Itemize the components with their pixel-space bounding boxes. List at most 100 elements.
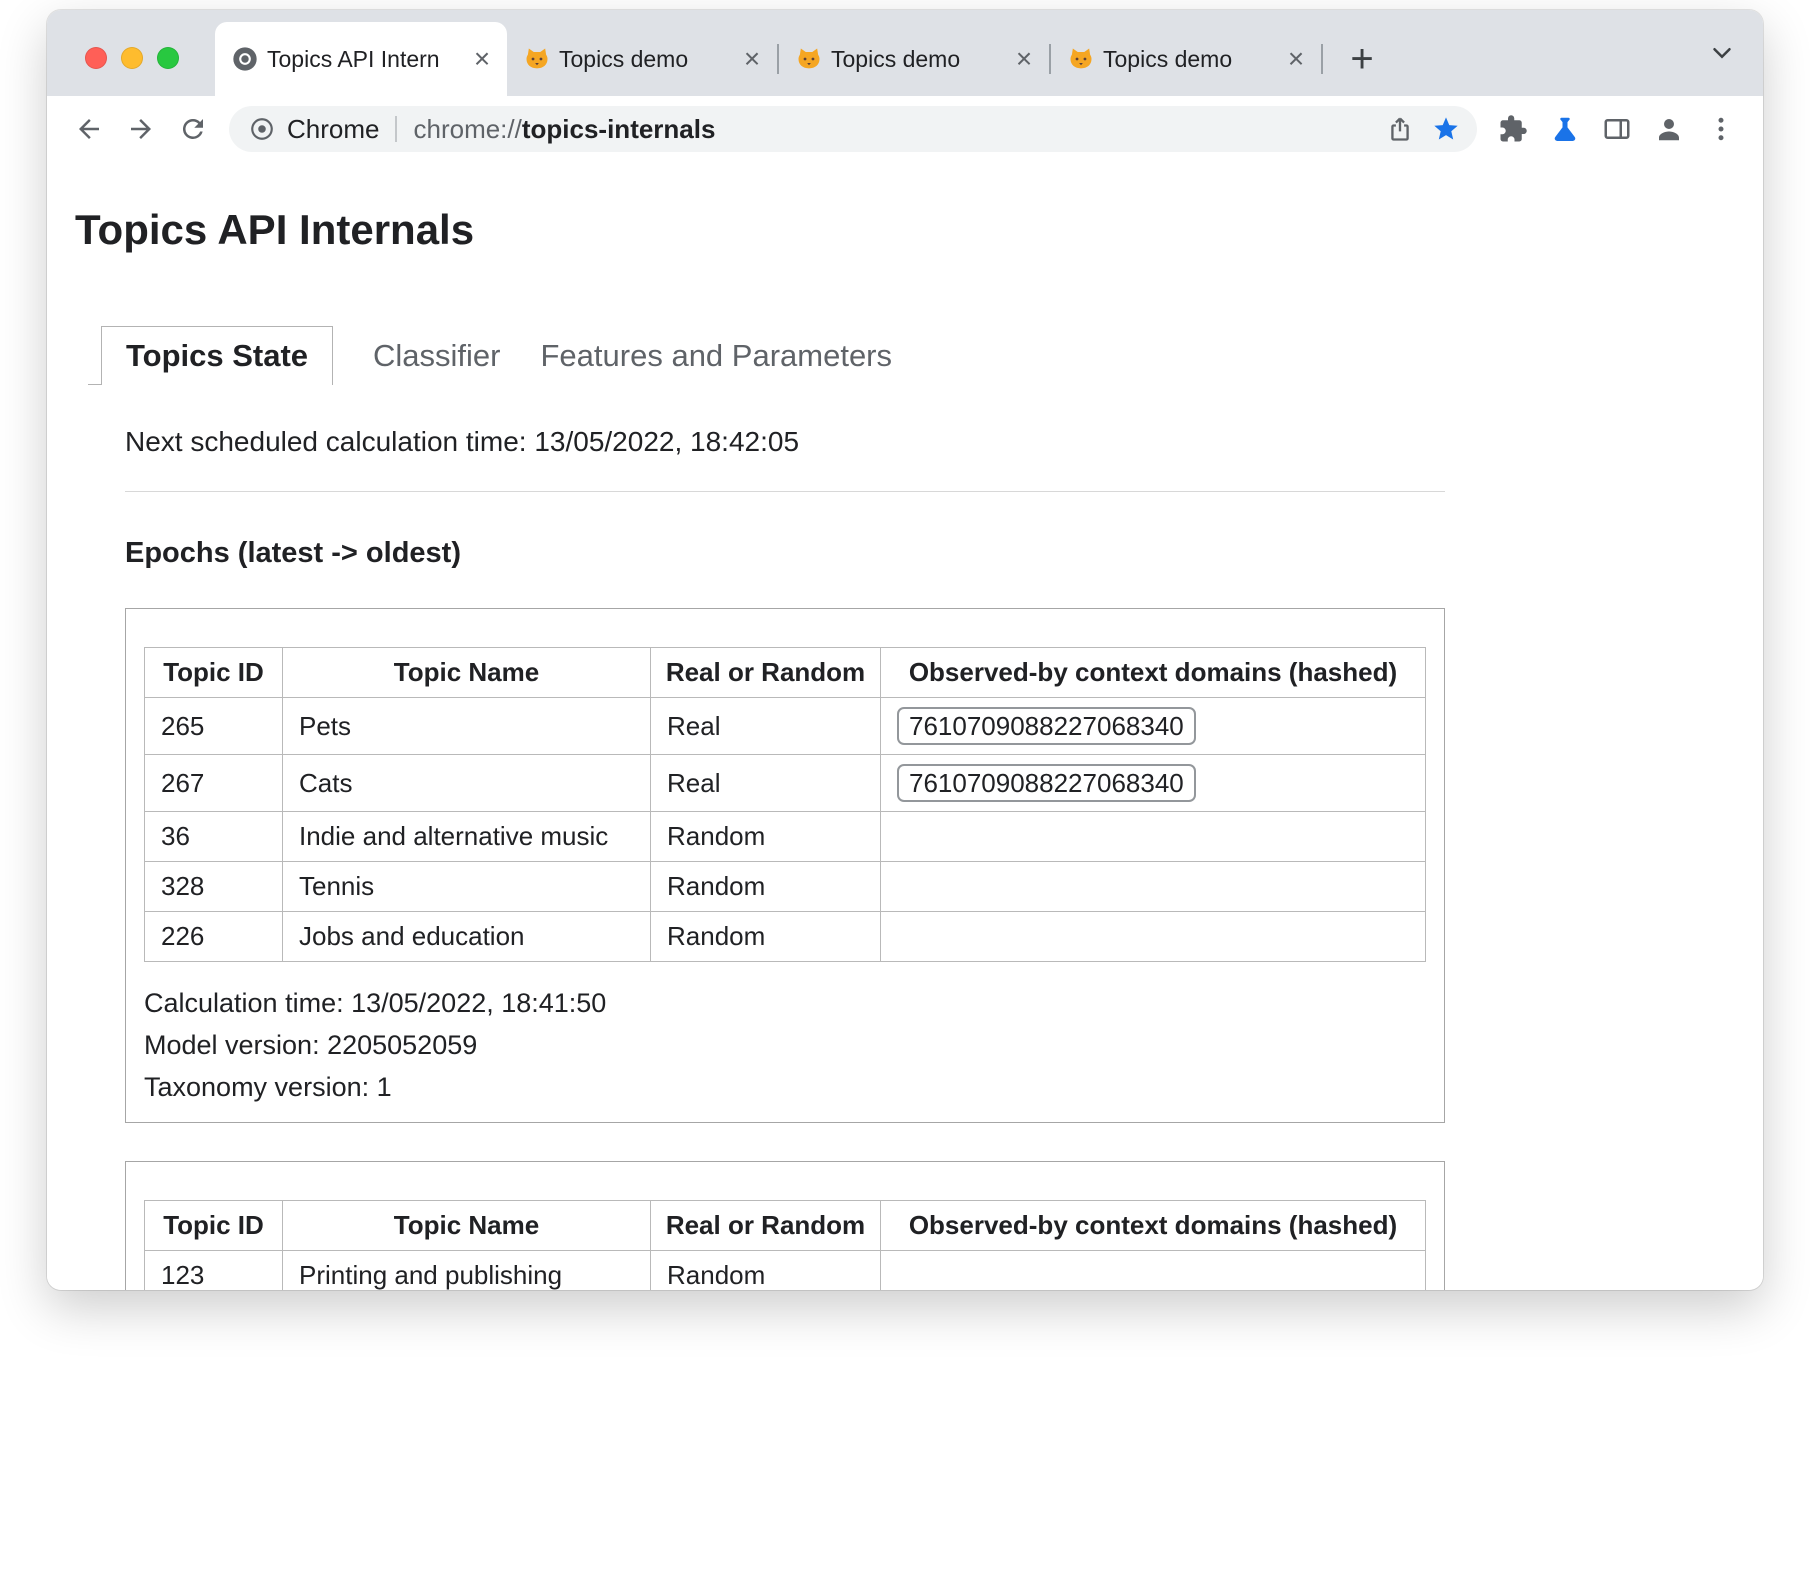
window-zoom-button[interactable] (157, 47, 179, 69)
tab-strip: Topics API Intern × Topics demo × Topics… (47, 10, 1763, 96)
real-or-random-cell: Random (651, 912, 881, 962)
topic-id-cell: 265 (145, 698, 283, 755)
flask-extension-icon[interactable] (1539, 103, 1591, 155)
browser-tab-topics-internals[interactable]: Topics API Intern × (215, 22, 507, 96)
real-or-random-cell: Random (651, 1251, 881, 1291)
epoch-panel-latest: Topic ID Topic Name Real or Random Obser… (125, 608, 1445, 1123)
desktop: Topics API Intern × Topics demo × Topics… (0, 0, 1810, 1576)
real-or-random-cell: Random (651, 812, 881, 862)
tab-topics-state[interactable]: Topics State (101, 326, 333, 385)
col-topic-id: Topic ID (145, 1201, 283, 1251)
page-tab-bar: Topics State Classifier Features and Par… (88, 326, 1763, 385)
address-bar[interactable]: Chrome chrome://topics-internals (229, 106, 1477, 152)
tab-search-chevron-icon[interactable] (1707, 38, 1737, 68)
tab-title: Topics API Intern (267, 46, 459, 73)
section-divider (125, 491, 1445, 492)
tab-title: Topics demo (831, 46, 1001, 73)
table-row: 123 Printing and publishing Random (145, 1251, 1426, 1291)
topic-id-cell: 123 (145, 1251, 283, 1291)
bookmark-star-icon[interactable] (1423, 106, 1469, 152)
reload-button[interactable] (167, 103, 219, 155)
real-or-random-cell: Real (651, 698, 881, 755)
col-real-or-random: Real or Random (651, 648, 881, 698)
chip-divider (395, 116, 397, 142)
domains-cell: 7610709088227068340 (881, 698, 1426, 755)
table-header-row: Topic ID Topic Name Real or Random Obser… (145, 1201, 1426, 1251)
col-topic-name: Topic Name (283, 1201, 651, 1251)
traffic-lights (85, 47, 179, 69)
epoch-table: Topic ID Topic Name Real or Random Obser… (144, 1200, 1426, 1290)
side-panel-icon[interactable] (1591, 103, 1643, 155)
cat-icon (523, 45, 551, 73)
domains-cell (881, 1251, 1426, 1291)
topic-id-cell: 226 (145, 912, 283, 962)
back-button[interactable] (63, 103, 115, 155)
browser-tab-topics-demo-1[interactable]: Topics demo × (507, 22, 777, 96)
table-row: 328 Tennis Random (145, 862, 1426, 912)
url-text: chrome://topics-internals (413, 114, 1377, 145)
domains-cell (881, 912, 1426, 962)
cat-icon (795, 45, 823, 73)
col-topic-id: Topic ID (145, 648, 283, 698)
url-scheme: chrome:// (413, 114, 521, 144)
topic-name-cell: Pets (283, 698, 651, 755)
tab-features-and-parameters[interactable]: Features and Parameters (541, 327, 893, 385)
share-icon[interactable] (1377, 106, 1423, 152)
col-topic-name: Topic Name (283, 648, 651, 698)
table-row: 226 Jobs and education Random (145, 912, 1426, 962)
real-or-random-cell: Real (651, 755, 881, 812)
topic-name-cell: Tennis (283, 862, 651, 912)
domain-hash-box: 7610709088227068340 (897, 707, 1196, 745)
next-calculation-time: Next scheduled calculation time: 13/05/2… (125, 425, 1445, 459)
browser-tab-topics-demo-2[interactable]: Topics demo × (779, 22, 1049, 96)
table-row: 36 Indie and alternative music Random (145, 812, 1426, 862)
browser-tabs: Topics API Intern × Topics demo × Topics… (215, 22, 1389, 96)
tab-title: Topics demo (1103, 46, 1273, 73)
table-header-row: Topic ID Topic Name Real or Random Obser… (145, 648, 1426, 698)
domains-cell (881, 812, 1426, 862)
table-row: 265 Pets Real 7610709088227068340 (145, 698, 1426, 755)
tab-close-icon[interactable]: × (1009, 44, 1039, 74)
topics-state-panel: Next scheduled calculation time: 13/05/2… (125, 425, 1445, 1290)
tab-baseline (88, 384, 101, 385)
tab-close-icon[interactable]: × (737, 44, 767, 74)
kebab-menu-icon[interactable] (1695, 103, 1747, 155)
site-chip-label: Chrome (287, 114, 379, 145)
extensions-puzzle-icon[interactable] (1487, 103, 1539, 155)
window-close-button[interactable] (85, 47, 107, 69)
new-tab-button[interactable]: + (1335, 32, 1389, 86)
window-minimize-button[interactable] (121, 47, 143, 69)
epoch-table: Topic ID Topic Name Real or Random Obser… (144, 647, 1426, 962)
topic-name-cell: Indie and alternative music (283, 812, 651, 862)
forward-button[interactable] (115, 103, 167, 155)
chrome-icon (249, 116, 275, 142)
tab-close-icon[interactable]: × (1281, 44, 1311, 74)
topic-name-cell: Jobs and education (283, 912, 651, 962)
col-observed-domains: Observed-by context domains (hashed) (881, 648, 1426, 698)
epoch-meta: Calculation time: 13/05/2022, 18:41:50 M… (144, 982, 1426, 1108)
domains-cell: 7610709088227068340 (881, 755, 1426, 812)
tab-title: Topics demo (559, 46, 729, 73)
browser-tab-topics-demo-3[interactable]: Topics demo × (1051, 22, 1321, 96)
real-or-random-cell: Random (651, 862, 881, 912)
topic-name-cell: Printing and publishing (283, 1251, 651, 1291)
cat-icon (1067, 45, 1095, 73)
topic-id-cell: 267 (145, 755, 283, 812)
table-row: 267 Cats Real 7610709088227068340 (145, 755, 1426, 812)
topic-name-cell: Cats (283, 755, 651, 812)
topic-id-cell: 36 (145, 812, 283, 862)
page-content: Topics API Internals Topics State Classi… (47, 162, 1763, 1290)
tab-separator (1321, 44, 1323, 74)
model-version: Model version: 2205052059 (144, 1024, 1426, 1066)
profile-avatar-icon[interactable] (1643, 103, 1695, 155)
col-observed-domains: Observed-by context domains (hashed) (881, 1201, 1426, 1251)
browser-toolbar: Chrome chrome://topics-internals (47, 96, 1763, 162)
calculation-time: Calculation time: 13/05/2022, 18:41:50 (144, 982, 1426, 1024)
tab-close-icon[interactable]: × (467, 44, 497, 74)
tab-classifier[interactable]: Classifier (373, 327, 500, 385)
topic-id-cell: 328 (145, 862, 283, 912)
url-host: topics-internals (522, 114, 716, 144)
page-title: Topics API Internals (75, 206, 1763, 254)
taxonomy-version: Taxonomy version: 1 (144, 1066, 1426, 1108)
domains-cell (881, 862, 1426, 912)
